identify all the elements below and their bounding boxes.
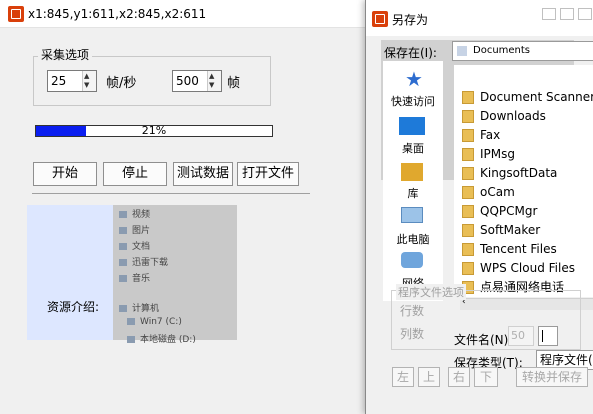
- frame-count-value: 500: [176, 74, 199, 88]
- folder-icon: [462, 148, 474, 161]
- computer-icon: [119, 305, 127, 312]
- download-icon: [119, 259, 127, 266]
- folder-icon: [462, 186, 474, 199]
- list-item[interactable]: QQPCMgr: [454, 202, 593, 221]
- frame-count-arrows[interactable]: ▲ ▼: [207, 71, 221, 91]
- explorer-item: 音乐: [119, 271, 150, 284]
- down-arrow-icon[interactable]: ▼: [209, 81, 214, 89]
- documents-icon: [457, 46, 467, 56]
- list-item[interactable]: SoftMaker: [454, 221, 593, 240]
- dialog-title-bar: 另存为: [366, 0, 593, 36]
- list-item[interactable]: Tencent Files: [454, 240, 593, 259]
- left-button[interactable]: 左: [392, 367, 414, 387]
- stop-button[interactable]: 停止: [103, 162, 167, 186]
- frame-count-spinner[interactable]: 500 ▲ ▼: [172, 70, 222, 92]
- convert-save-button[interactable]: 转换并保存: [516, 367, 588, 387]
- rows-label: 行数: [400, 304, 425, 318]
- nav-quick-access[interactable]: 快速访问: [383, 93, 443, 109]
- explorer-screenshot: 视频 图片 文档 迅雷下载 音乐 计算机 Win7 (C:) 本地磁盘 (D:): [113, 205, 237, 345]
- nav-library[interactable]: 库: [383, 185, 443, 201]
- capture-options-label: 采集选项: [38, 46, 93, 63]
- explorer-item: 视频: [119, 207, 150, 220]
- filename-label: 文件名(N):: [454, 333, 513, 347]
- explorer-item: 图片: [119, 223, 150, 236]
- network-icon[interactable]: [401, 252, 423, 268]
- up-arrow-icon[interactable]: ▲: [84, 72, 89, 80]
- desktop-icon[interactable]: [399, 117, 425, 135]
- library-icon[interactable]: [401, 163, 423, 181]
- minimize-icon[interactable]: [542, 8, 556, 20]
- folder-icon: [462, 91, 474, 104]
- list-item[interactable]: IPMsg: [454, 145, 593, 164]
- document-icon: [119, 243, 127, 250]
- video-icon: [119, 211, 127, 218]
- folder-icon: [462, 129, 474, 142]
- frame-rate-unit: 帧/秒: [106, 76, 137, 91]
- save-in-label: 保存在(I):: [384, 46, 437, 60]
- main-title-bar: x1:845,y1:611,x2:845,x2:611: [0, 0, 365, 28]
- explorer-item: 计算机: [119, 301, 159, 314]
- folder-icon: [462, 110, 474, 123]
- nav-desktop[interactable]: 桌面: [383, 140, 443, 156]
- list-item[interactable]: KingsoftData: [454, 164, 593, 183]
- dialog-title: 另存为: [392, 13, 429, 27]
- up-arrow-icon[interactable]: ▲: [209, 72, 214, 80]
- resource-intro-label: 资源介绍:: [47, 300, 100, 314]
- list-item[interactable]: oCam: [454, 183, 593, 202]
- explorer-item: 文档: [119, 239, 150, 252]
- file-list: Document Scanner Mar Downloads Fax IPMsg…: [454, 65, 593, 297]
- open-file-button[interactable]: 打开文件: [237, 162, 299, 186]
- down-arrow-icon[interactable]: ▼: [84, 81, 89, 89]
- progress-bar: 21%: [35, 124, 273, 137]
- app-icon: [8, 6, 24, 22]
- text-cursor: [542, 330, 543, 342]
- app-icon: [372, 11, 388, 27]
- music-icon: [119, 275, 127, 282]
- right-button[interactable]: 右: [448, 367, 470, 387]
- star-icon[interactable]: ★: [405, 67, 423, 91]
- start-button[interactable]: 开始: [33, 162, 97, 186]
- rows-value-field: 50: [508, 326, 534, 346]
- save-as-dialog: 另存为 保存在(I): Documents ★ 快速访问 桌面 库 此电脑 网络…: [365, 0, 593, 414]
- explorer-item: 本地磁盘 (D:): [127, 332, 196, 345]
- list-item[interactable]: WPS Cloud Files: [454, 259, 593, 278]
- picture-icon: [119, 227, 127, 234]
- drive-icon: [127, 336, 135, 343]
- progress-label: 21%: [141, 124, 167, 137]
- filename-input[interactable]: [538, 326, 558, 346]
- frame-rate-value: 25: [51, 74, 67, 88]
- separator: [32, 193, 310, 194]
- save-in-dropdown[interactable]: Documents: [452, 41, 593, 61]
- folder-icon: [462, 262, 474, 275]
- close-icon[interactable]: [578, 8, 592, 20]
- list-item[interactable]: Fax: [454, 126, 593, 145]
- folder-icon: [462, 167, 474, 180]
- save-in-value: Documents: [473, 45, 531, 56]
- list-item[interactable]: Downloads: [454, 107, 593, 126]
- columns-label: 列数: [400, 327, 425, 341]
- navigation-pane: ★ 快速访问 桌面 库 此电脑 网络: [383, 61, 443, 301]
- nav-this-pc[interactable]: 此电脑: [383, 231, 443, 247]
- maximize-icon[interactable]: [560, 8, 574, 20]
- frame-rate-spinner[interactable]: 25 ▲ ▼: [47, 70, 97, 92]
- down-button[interactable]: 下: [474, 367, 498, 387]
- test-data-button[interactable]: 测试数据: [173, 162, 233, 186]
- window-title: x1:845,y1:611,x2:845,x2:611: [28, 7, 207, 21]
- folder-icon: [462, 243, 474, 256]
- explorer-item: Win7 (C:): [127, 317, 182, 327]
- folder-icon: [462, 205, 474, 218]
- list-item[interactable]: Document Scanner Mar: [454, 88, 593, 107]
- frame-rate-arrows[interactable]: ▲ ▼: [82, 71, 96, 91]
- frame-count-unit: 帧: [227, 76, 241, 91]
- up-button[interactable]: 上: [418, 367, 440, 387]
- drive-icon: [127, 318, 135, 325]
- this-pc-icon[interactable]: [401, 207, 423, 223]
- main-window: x1:845,y1:611,x2:845,x2:611 采集选项 25 ▲ ▼ 帧…: [0, 0, 365, 414]
- folder-icon: [462, 224, 474, 237]
- explorer-item: 迅雷下载: [119, 255, 168, 268]
- program-options-label: 程序文件选项: [396, 284, 466, 300]
